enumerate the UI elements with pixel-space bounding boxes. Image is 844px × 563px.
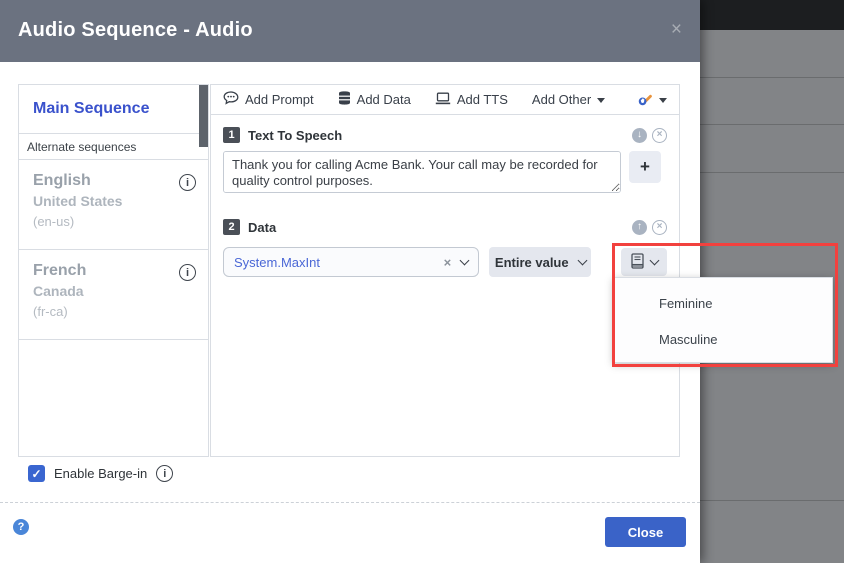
play-mode-dropdown[interactable]: Entire value xyxy=(489,247,592,277)
alternate-sequences-label: Alternate sequences xyxy=(19,134,208,160)
data-controls-row: System.MaxInt × Entire value xyxy=(223,247,667,277)
menu-item-masculine[interactable]: Masculine xyxy=(614,321,832,357)
add-tts-segment-button[interactable]: + xyxy=(629,151,661,183)
dictionary-book-icon xyxy=(630,252,645,272)
screenshot-stage: Audio Sequence - Audio × Main Sequence A… xyxy=(0,0,844,563)
audio-sequence-modal: Audio Sequence - Audio × Main Sequence A… xyxy=(0,0,700,563)
backdrop-row-divider xyxy=(700,500,844,501)
enable-barge-in-checkbox[interactable]: ✓ xyxy=(28,465,45,482)
remove-section-icon[interactable]: × xyxy=(652,127,667,143)
info-icon[interactable]: i xyxy=(156,465,174,482)
add-other-label: Add Other xyxy=(531,92,592,107)
tools-dropdown[interactable] xyxy=(638,91,667,109)
editor-toolbar: Add Prompt Add Data Add TTS Add Other xyxy=(211,85,679,115)
chevron-down-icon xyxy=(659,97,667,103)
data-variable-combobox[interactable]: System.MaxInt × xyxy=(223,247,480,277)
section-number-badge: 1 xyxy=(223,127,240,143)
info-icon[interactable]: i xyxy=(179,264,196,281)
add-tts-label: Add TTS xyxy=(456,92,508,107)
add-prompt-label: Add Prompt xyxy=(245,92,314,107)
clear-icon[interactable]: × xyxy=(444,255,452,270)
wrench-icon xyxy=(638,91,653,109)
add-other-dropdown[interactable]: Add Other xyxy=(531,92,606,107)
sequence-sidebar: Main Sequence Alternate sequences Englis… xyxy=(18,84,209,457)
language-name: French xyxy=(33,262,87,279)
language-region: United States xyxy=(33,193,123,209)
play-mode-label: Entire value xyxy=(494,254,569,270)
section-number-badge: 2 xyxy=(223,219,240,235)
tts-text-input[interactable]: Thank you for calling Acme Bank. Your ca… xyxy=(223,151,621,193)
footer-divider xyxy=(0,502,700,503)
language-code: (fr-ca) xyxy=(33,304,68,319)
language-region: Canada xyxy=(33,283,84,299)
speech-bubble-icon xyxy=(223,91,239,108)
menu-item-feminine[interactable]: Feminine xyxy=(614,285,832,321)
add-prompt-button[interactable]: Add Prompt xyxy=(223,91,314,108)
sidebar-item-english[interactable]: English United States (en-us) i xyxy=(19,160,208,250)
tts-section-header: 1 Text To Speech ↓ × xyxy=(223,125,667,145)
section-title: Data xyxy=(248,219,277,235)
data-section-header: 2 Data ↑ × xyxy=(223,217,667,237)
move-down-icon[interactable]: ↓ xyxy=(632,127,647,143)
language-code: (en-us) xyxy=(33,214,75,229)
data-variable-value: System.MaxInt xyxy=(234,254,320,270)
tts-row: Thank you for calling Acme Bank. Your ca… xyxy=(223,151,667,193)
sequence-editor-panel: Add Prompt Add Data Add TTS Add Other 1 … xyxy=(210,84,680,457)
sidebar-scrollbar-thumb[interactable] xyxy=(199,85,208,147)
chevron-down-icon xyxy=(577,255,588,265)
sidebar-item-french[interactable]: French Canada (fr-ca) i xyxy=(19,250,208,340)
language-name: English xyxy=(33,172,91,189)
backdrop-row-divider xyxy=(700,172,844,173)
backdrop-row-divider xyxy=(700,77,844,78)
backdrop-top-bar xyxy=(700,0,844,30)
chevron-down-icon xyxy=(649,255,660,265)
section-title: Text To Speech xyxy=(248,127,343,143)
help-icon[interactable]: ? xyxy=(13,519,29,535)
add-data-label: Add Data xyxy=(356,92,411,107)
barge-in-row: ✓ Enable Barge-in i xyxy=(28,465,174,482)
modal-header: Audio Sequence - Audio × xyxy=(0,0,700,62)
barge-in-label: Enable Barge-in xyxy=(54,466,148,481)
backdrop-row-divider xyxy=(700,124,844,125)
voice-gender-dropdown-button[interactable] xyxy=(621,248,667,276)
editor-content: 1 Text To Speech ↓ × Thank you for calli… xyxy=(211,115,679,287)
voice-gender-menu: Feminine Masculine xyxy=(613,277,833,363)
main-sequence-label: Main Sequence xyxy=(33,100,150,117)
modal-title: Audio Sequence - Audio xyxy=(18,19,253,41)
close-button[interactable]: Close xyxy=(605,517,686,547)
chevron-down-icon xyxy=(597,97,606,103)
add-data-button[interactable]: Add Data xyxy=(338,91,411,108)
sidebar-item-main-sequence[interactable]: Main Sequence xyxy=(19,85,208,147)
move-up-icon[interactable]: ↑ xyxy=(632,219,647,235)
add-tts-button[interactable]: Add TTS xyxy=(435,92,508,108)
tts-display-icon xyxy=(435,92,451,108)
database-icon xyxy=(338,91,351,108)
remove-section-icon[interactable]: × xyxy=(652,219,667,235)
info-icon[interactable]: i xyxy=(179,174,196,191)
modal-close-icon[interactable]: × xyxy=(671,20,682,39)
chevron-down-icon xyxy=(459,255,470,265)
